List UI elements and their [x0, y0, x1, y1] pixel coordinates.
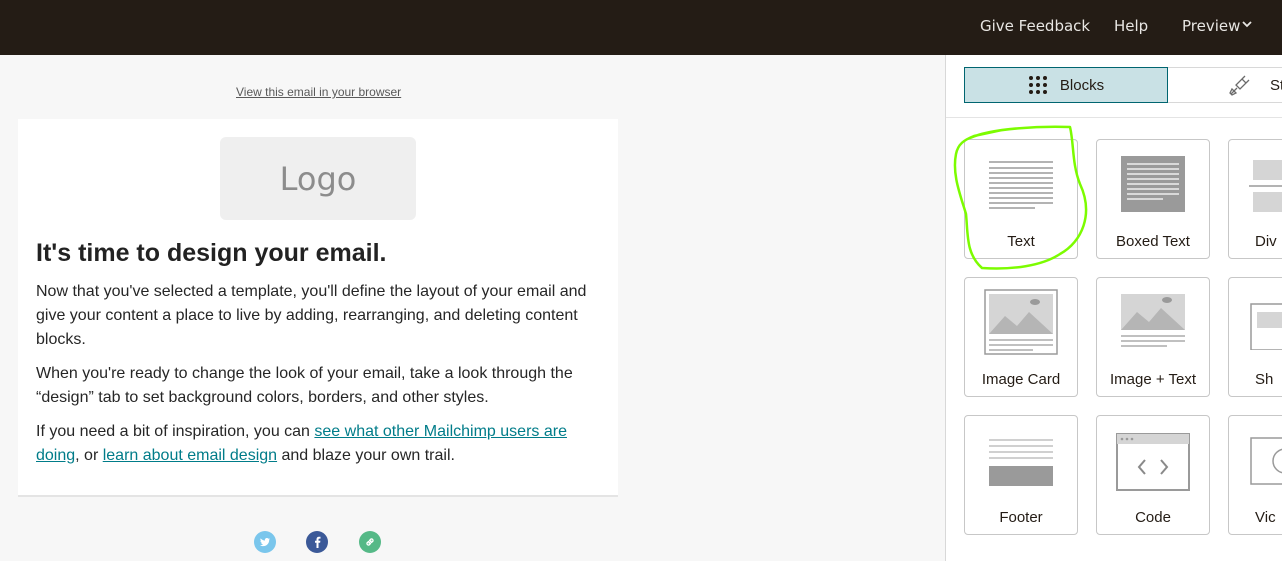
block-label: Footer — [999, 509, 1043, 526]
block-label: Div — [1255, 233, 1277, 250]
block-label: Image Card — [981, 371, 1061, 388]
block-image-text[interactable]: Image + Text — [1096, 277, 1210, 397]
image-text-icon — [1121, 294, 1185, 347]
block-text[interactable]: Text — [964, 139, 1078, 259]
paragraph-inspiration: If you need a bit of inspiration, you ca… — [36, 420, 606, 468]
block-boxed-text[interactable]: Boxed Text — [1096, 139, 1210, 259]
block-label: Text — [1007, 233, 1035, 250]
block-label: Image + Text — [1109, 371, 1197, 388]
logo-placeholder[interactable]: Logo — [220, 137, 416, 220]
grid-icon — [1028, 76, 1047, 94]
tab-style-label: Sty — [1270, 76, 1282, 94]
block-video[interactable]: Vic — [1228, 415, 1282, 535]
content-blocks-panel: Blocks Sty Text Boxed — [945, 55, 1282, 561]
email-body-block[interactable]: Logo It's time to design your email. Now… — [18, 119, 618, 497]
give-feedback-link[interactable]: Give Feedback — [980, 17, 1090, 35]
view-in-browser-link[interactable]: View this email in your browser — [236, 85, 401, 99]
tab-style[interactable]: Sty — [1168, 67, 1282, 103]
paragraph-design: When you're ready to change the look of … — [36, 365, 573, 406]
inspiration-text-middle: , or — [75, 447, 103, 464]
panel-divider — [946, 117, 1282, 118]
twitter-icon[interactable] — [254, 531, 276, 553]
paragraph-layout: Now that you've selected a template, you… — [36, 283, 587, 348]
chevron-down-icon[interactable] — [1242, 19, 1252, 29]
block-code[interactable]: Code — [1096, 415, 1210, 535]
top-bar: Give Feedback Help Preview — [0, 0, 1282, 55]
link-icon[interactable] — [359, 531, 381, 553]
image-card-icon — [984, 289, 1058, 355]
paint-brush-icon — [1229, 75, 1250, 96]
tab-blocks[interactable]: Blocks — [964, 67, 1168, 103]
block-share[interactable]: Sh — [1228, 277, 1282, 397]
block-label: Boxed Text — [1116, 233, 1190, 250]
inspiration-text-after: and blaze your own trail. — [277, 447, 455, 464]
block-label: Vic — [1255, 509, 1276, 526]
video-icon — [1250, 437, 1282, 485]
divider-icon — [1249, 160, 1282, 212]
share-icon — [1250, 303, 1282, 350]
block-label: Code — [1135, 509, 1171, 526]
block-label: Sh — [1255, 371, 1274, 388]
facebook-icon[interactable] — [306, 531, 328, 553]
block-image-card[interactable]: Image Card — [964, 277, 1078, 397]
block-divider[interactable]: Div — [1228, 139, 1282, 259]
text-block-icon — [989, 161, 1053, 209]
help-link[interactable]: Help — [1114, 17, 1148, 35]
tab-blocks-label: Blocks — [1059, 76, 1105, 94]
logo-text: Logo — [279, 159, 357, 198]
email-canvas: View this email in your browser Logo It'… — [0, 55, 945, 561]
code-icon — [1116, 433, 1190, 491]
inspiration-text-before: If you need a bit of inspiration, you ca… — [36, 423, 315, 440]
block-footer[interactable]: Footer — [964, 415, 1078, 535]
preview-menu[interactable]: Preview — [1182, 17, 1240, 35]
footer-icon — [989, 439, 1053, 486]
boxed-text-icon — [1121, 156, 1185, 212]
email-headline: It's time to design your email. — [36, 239, 387, 267]
email-design-link[interactable]: learn about email design — [103, 447, 277, 464]
